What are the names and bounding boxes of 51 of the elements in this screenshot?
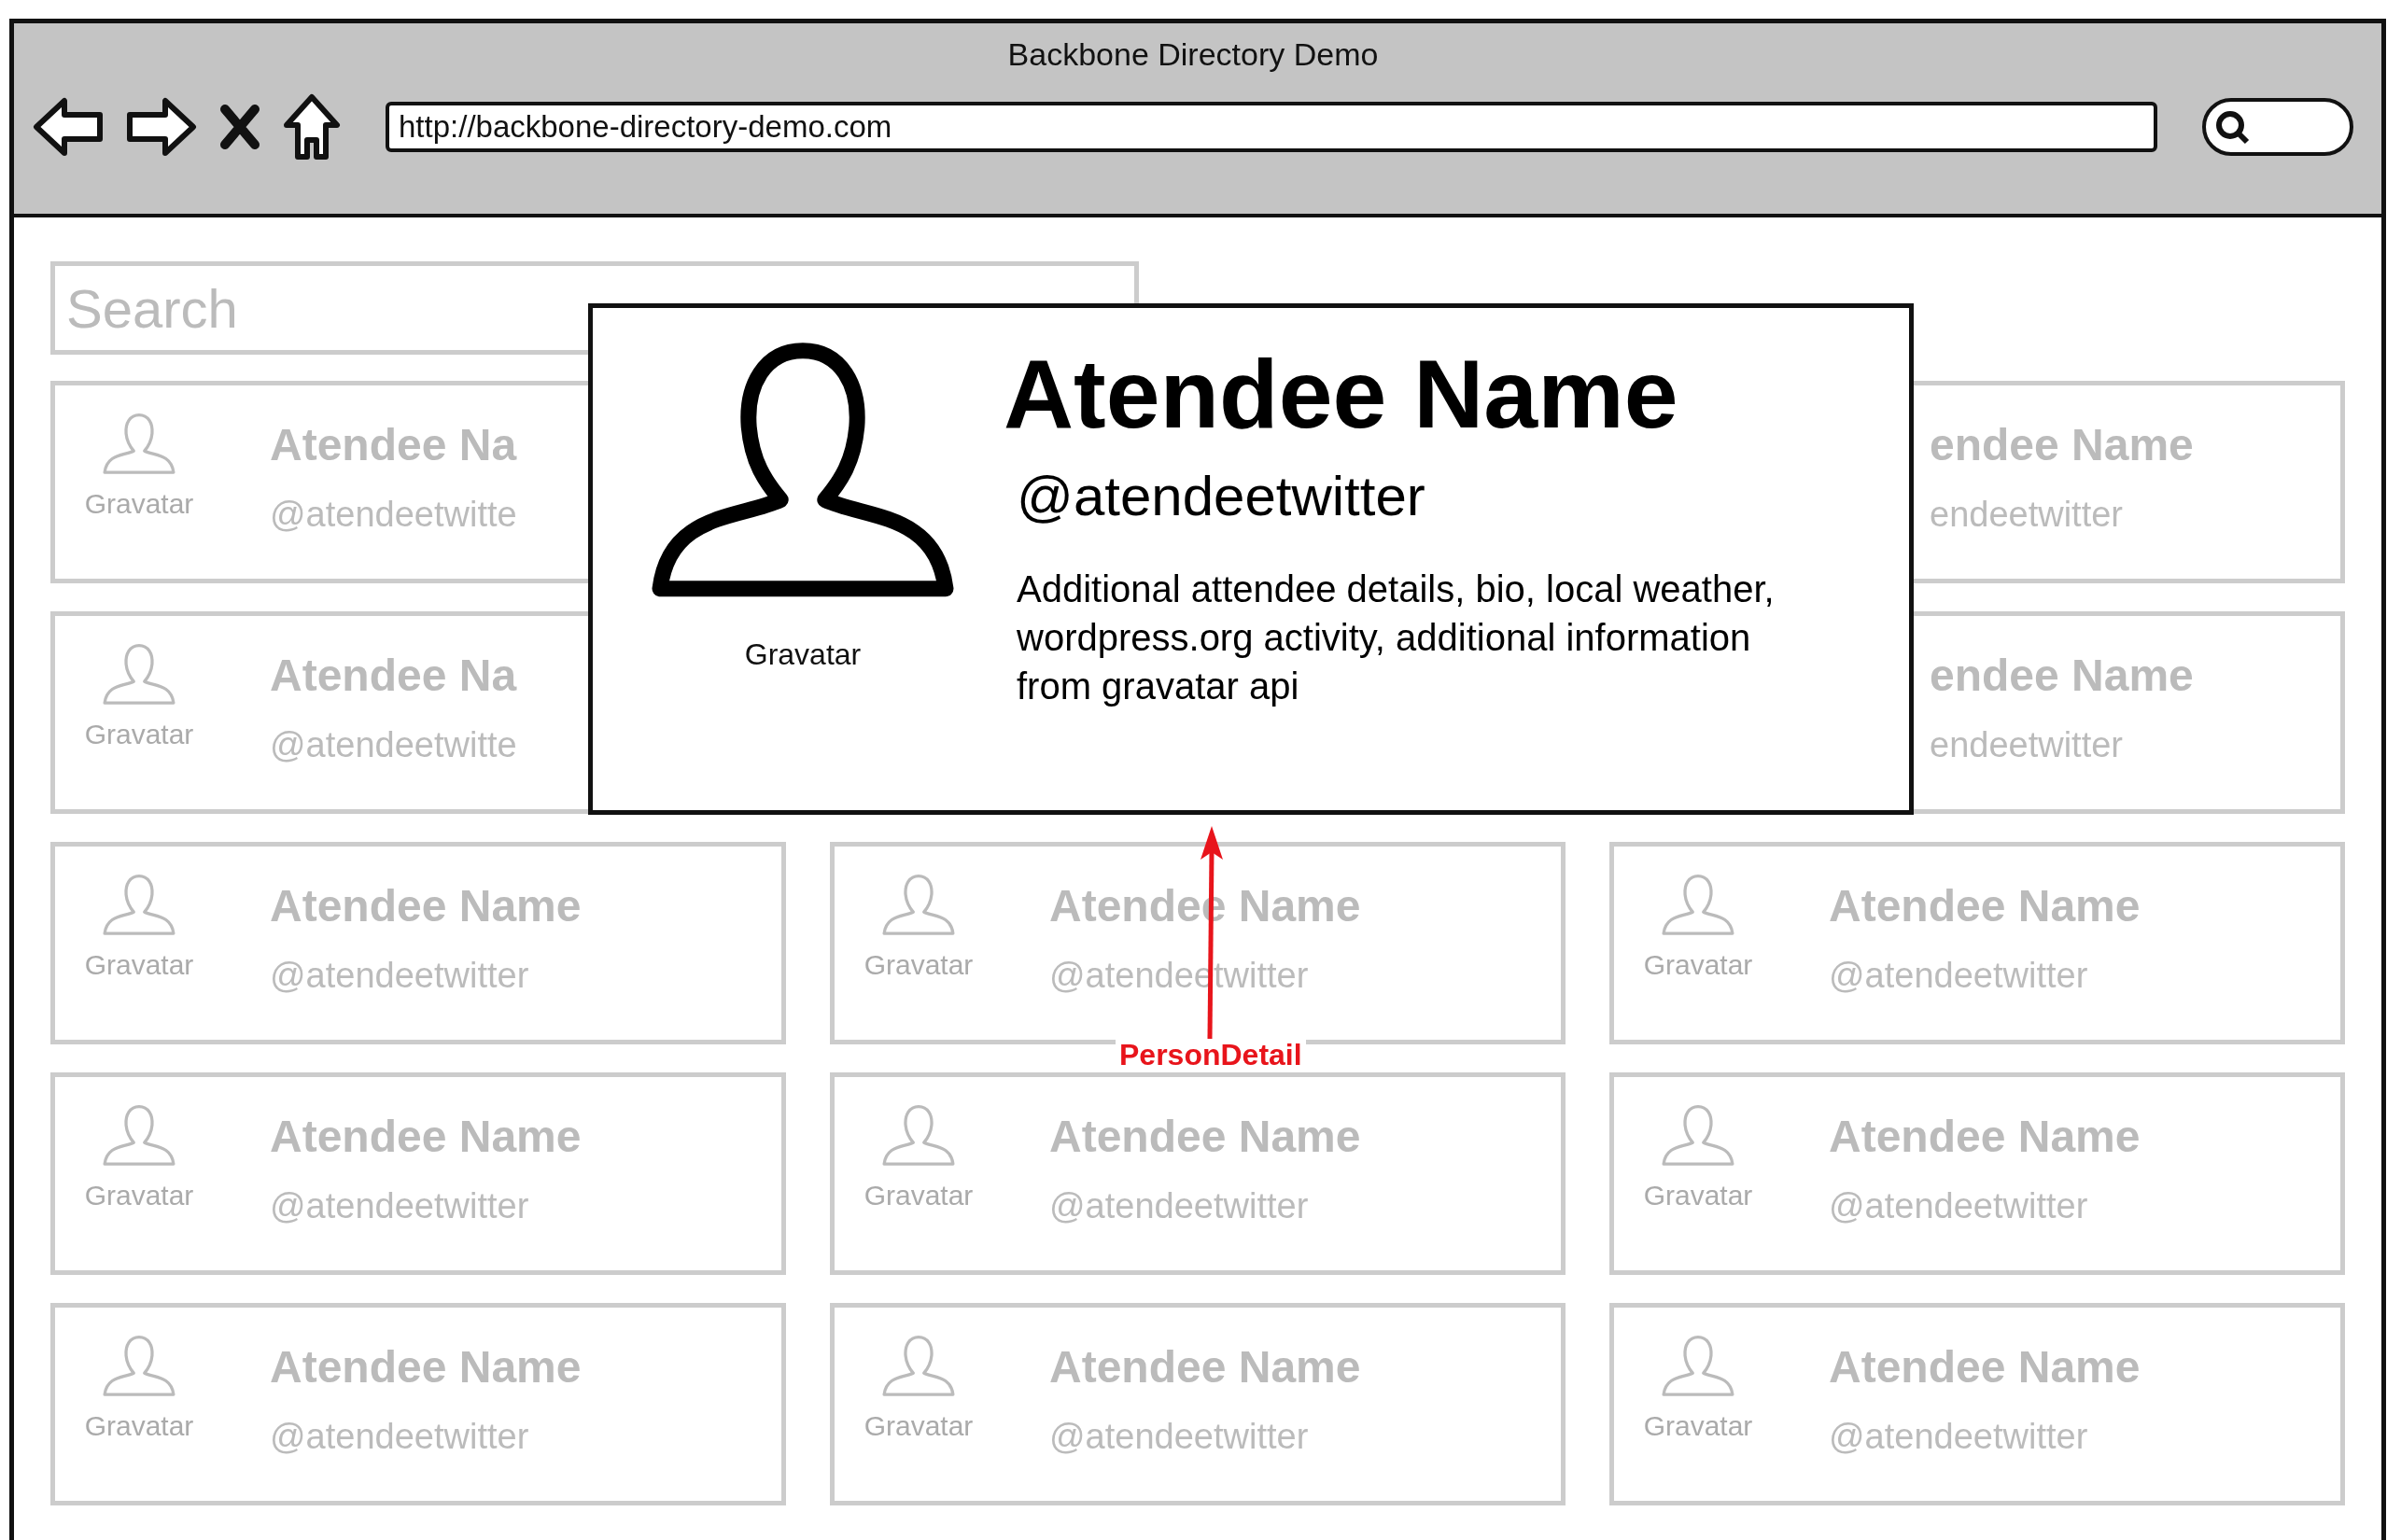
twitter-handle: @atendeetwitter xyxy=(1829,1416,2089,1458)
avatar-label: Gravatar xyxy=(84,948,194,982)
avatar-label: Gravatar xyxy=(864,1409,974,1443)
attendee-card[interactable]: Gravatar Atendee Name @atendeetwitter xyxy=(50,1303,786,1505)
avatar-label: Gravatar xyxy=(84,1179,194,1212)
address-field[interactable]: http://backbone-directory-demo.com xyxy=(386,102,2157,152)
close-icon[interactable] xyxy=(219,104,260,150)
attendee-name: Atendee Name xyxy=(1829,1341,2141,1393)
attendee-card[interactable]: Gravatar Atendee Name @atendeetwitter xyxy=(50,1072,786,1275)
attendee-name: endee Name xyxy=(1930,650,2194,702)
attendee-name: Atendee Name xyxy=(1829,1111,2141,1163)
attendee-name: Atendee Name xyxy=(1829,880,2141,932)
attendee-card[interactable]: Gravatar Atendee Name @atendeetwitter xyxy=(1609,1072,2345,1275)
avatar-label: Gravatar xyxy=(1643,948,1753,982)
twitter-handle: @atendeetwitter xyxy=(1829,955,2089,997)
attendee-name: endee Name xyxy=(1930,419,2194,471)
attendee-name: Atendee Na xyxy=(270,650,517,702)
twitter-handle: endeetwitter xyxy=(1930,724,2124,766)
avatar-label: Gravatar xyxy=(1643,1179,1753,1212)
twitter-handle: @atendeetwitte xyxy=(270,494,517,536)
twitter-handle: @atendeetwitter xyxy=(270,1416,530,1458)
forward-icon[interactable] xyxy=(126,96,197,158)
attendee-name: Atendee Name xyxy=(270,880,582,932)
attendee-name: Atendee Name xyxy=(270,1341,582,1393)
avatar-label: Gravatar xyxy=(864,948,974,982)
twitter-handle: @atendeetwitter xyxy=(1049,1416,1310,1458)
attendee-card[interactable]: Gravatar Atendee Name @atendeetwitter xyxy=(50,842,786,1044)
search-icon xyxy=(2213,108,2251,146)
attendee-card[interactable]: Gravatar Atendee Name @atendeetwitter xyxy=(830,1303,1566,1505)
twitter-handle: @atendeetwitter xyxy=(1017,464,1426,530)
attendee-name: Atendee Name xyxy=(270,1111,582,1163)
avatar-label: Gravatar xyxy=(84,718,194,751)
attendee-card[interactable]: Gravatar Atendee Name @atendeetwitter xyxy=(1609,1303,2345,1505)
attendee-name: Atendee Name xyxy=(1049,1341,1361,1393)
twitter-handle: @atendeetwitter xyxy=(1829,1185,2089,1227)
twitter-handle: @atendeetwitter xyxy=(270,955,530,997)
back-icon[interactable] xyxy=(33,96,104,158)
attendee-name: Atendee Name xyxy=(1049,1111,1361,1163)
twitter-handle: @atendeetwitter xyxy=(270,1185,530,1227)
avatar-label: Gravatar xyxy=(864,1179,974,1212)
twitter-handle: endeetwitter xyxy=(1930,494,2124,536)
attendee-name: Atendee Na xyxy=(270,419,517,471)
twitter-handle: @atendeetwitte xyxy=(270,724,517,766)
avatar-label: Gravatar xyxy=(84,1409,194,1443)
avatar-label: Gravatar xyxy=(1643,1409,1753,1443)
attendee-card[interactable]: Gravatar Atendee Name @atendeetwitter xyxy=(830,1072,1566,1275)
home-icon[interactable] xyxy=(283,93,341,161)
window-title: Backbone Directory Demo xyxy=(1006,35,1380,74)
twitter-handle: @atendeetwitter xyxy=(1049,1185,1310,1227)
attendee-card[interactable]: Gravatar Atendee Name @atendeetwitter xyxy=(1609,842,2345,1044)
avatar-label: Gravatar xyxy=(84,487,194,521)
